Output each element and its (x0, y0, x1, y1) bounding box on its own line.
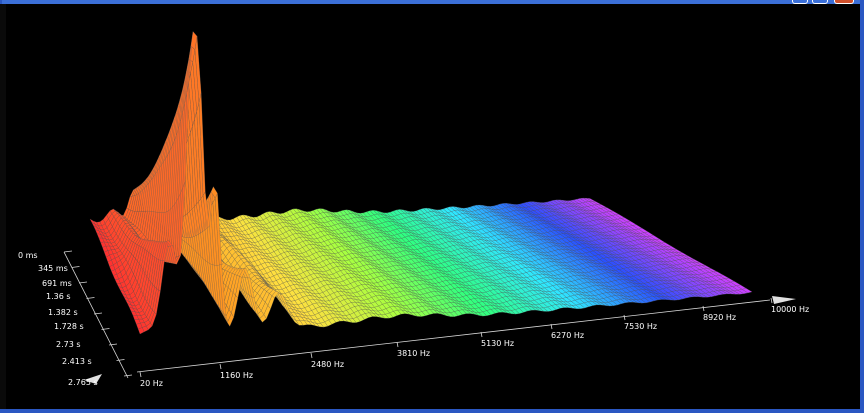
frequency-tick-mark (219, 363, 222, 370)
frequency-tick-mark (396, 341, 399, 348)
frequency-tick-label: 1160 Hz (220, 371, 253, 380)
frequency-tick-mark (310, 352, 313, 359)
spectrum-window: 20 Hz 1160 Hz 2480 Hz 3810 Hz 5130 Hz 6270 Hz… (0, 0, 864, 413)
time-tick-mark (78, 281, 88, 284)
frequency-tick-label: 3810 Hz (397, 349, 430, 358)
time-tick-mark (71, 266, 80, 268)
time-tick-mark (63, 250, 73, 253)
frequency-tick-label: 5130 Hz (481, 339, 514, 348)
frequency-tick-label: 8920 Hz (703, 313, 736, 322)
frequency-tick-label: 20 Hz (140, 379, 163, 388)
waterfall-surface (89, 31, 753, 335)
time-tick-mark (86, 297, 95, 299)
frequency-tick-label: 6270 Hz (551, 331, 584, 340)
time-tick-label: 2.73 s (56, 340, 81, 349)
time-tick-label: 0 ms (18, 251, 38, 260)
time-tick-mark (123, 374, 133, 377)
time-tick-label: 1.382 s (48, 308, 78, 317)
frequency-tick-label: 2480 Hz (311, 360, 344, 369)
time-tick-mark (116, 359, 125, 361)
time-tick-label: 345 ms (38, 264, 68, 273)
frequency-tick-mark (623, 314, 626, 321)
frequency-tick-label: 10000 Hz (771, 305, 809, 314)
time-tick-label: 1.728 s (54, 322, 84, 331)
waterfall-plot: 20 Hz 1160 Hz 2480 Hz 3810 Hz 5130 Hz 6270 Hz… (18, 31, 809, 388)
time-tick-label: 691 ms (42, 279, 72, 288)
time-tick-mark (108, 343, 118, 346)
time-tick-label: 1.36 s (46, 292, 71, 301)
frequency-tick-mark (702, 305, 705, 312)
frequency-axis-arrow (772, 296, 796, 304)
time-tick-label: 2.765 s (68, 378, 98, 387)
time-tick-label: 2.413 s (62, 357, 92, 366)
frequency-tick-mark (770, 297, 773, 304)
frequency-tick-mark (139, 371, 142, 378)
frequency-tick-label: 7530 Hz (624, 322, 657, 331)
